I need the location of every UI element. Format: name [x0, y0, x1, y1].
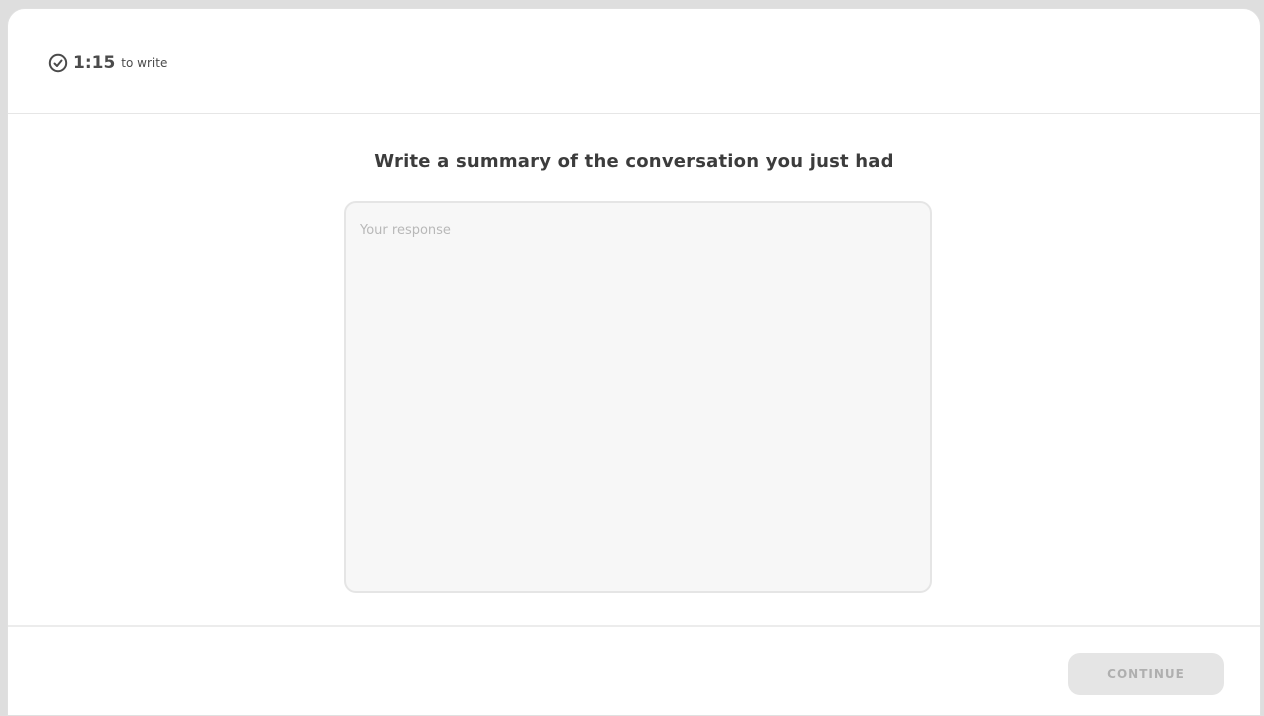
- stopwatch-icon: [48, 53, 68, 73]
- continue-button[interactable]: CONTINUE: [1068, 653, 1224, 695]
- writing-task-window: 1:15 to write Write a summary of the con…: [7, 8, 1261, 716]
- prompt-title: Write a summary of the conversation you …: [374, 151, 894, 172]
- timer-suffix: to write: [121, 56, 168, 70]
- response-textarea[interactable]: [344, 201, 932, 593]
- timer: 1:15 to write: [48, 52, 167, 74]
- timer-value: 1:15: [73, 53, 116, 73]
- header-bar: 1:15 to write: [8, 9, 1260, 114]
- footer-bar: CONTINUE: [8, 625, 1260, 715]
